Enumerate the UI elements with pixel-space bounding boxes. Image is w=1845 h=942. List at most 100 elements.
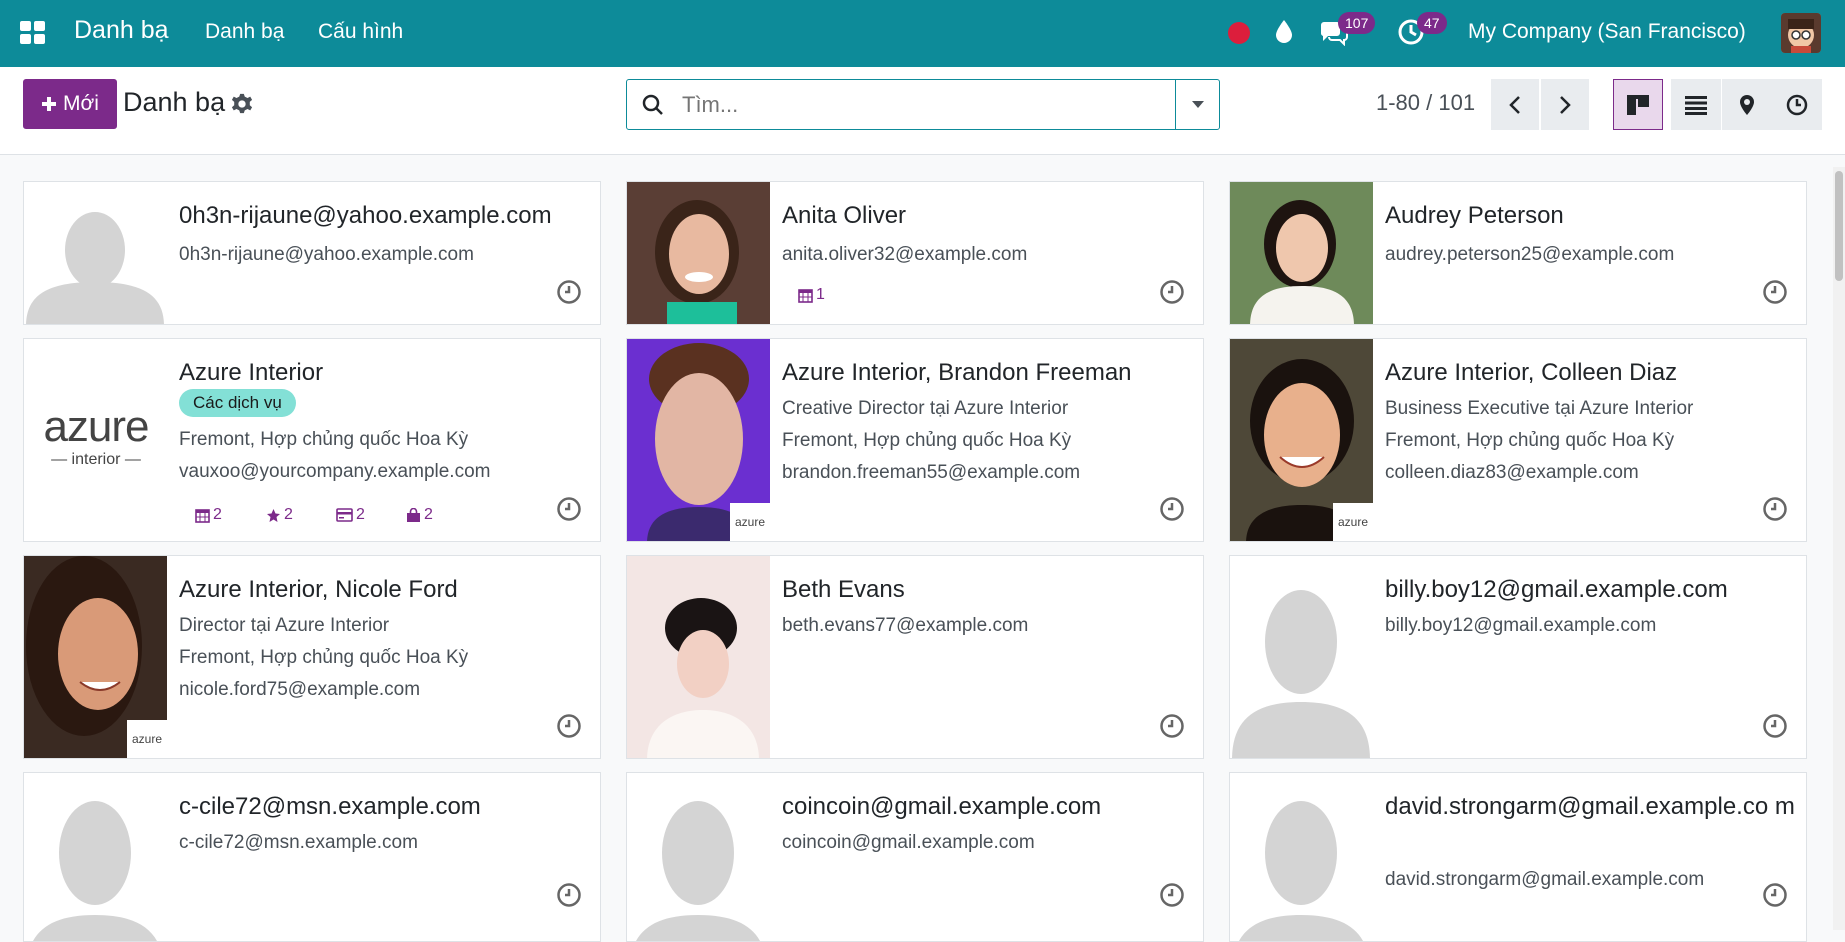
contact-card[interactable]: billy.boy12@gmail.example.com billy.boy1… — [1229, 555, 1807, 759]
pager-value[interactable]: 1-80 / 101 — [1376, 90, 1475, 116]
contact-email: billy.boy12@gmail.example.com — [1385, 615, 1657, 636]
contact-photo: azure — [1230, 339, 1373, 541]
activity-clock-icon[interactable] — [1159, 279, 1185, 310]
contact-name: coincoin@gmail.example.com — [782, 793, 1102, 820]
invoices-count[interactable]: 2 — [336, 506, 365, 524]
contact-card[interactable]: azure — interior — Azure Interior Các dị… — [23, 338, 601, 542]
contact-email: brandon.freeman55@example.com — [782, 462, 1081, 483]
company-mini-logo: azure — [127, 720, 167, 758]
placeholder-avatar — [1230, 556, 1373, 758]
activity-clock-icon[interactable] — [1762, 713, 1788, 744]
apps-menu-icon[interactable] — [20, 21, 46, 45]
contact-photo — [627, 556, 770, 758]
activity-clock-icon[interactable] — [1159, 882, 1185, 913]
recording-icon[interactable] — [1228, 22, 1250, 44]
activities-icon[interactable]: 47 — [1397, 12, 1447, 48]
meetings-count[interactable]: 1 — [798, 286, 825, 304]
map-marker-icon — [1740, 94, 1754, 115]
company-switcher[interactable]: My Company (San Francisco) — [1468, 20, 1746, 44]
view-map-button[interactable] — [1722, 79, 1772, 130]
logo-brand-text: azure — [43, 402, 149, 451]
contact-photo — [627, 182, 770, 324]
vertical-scrollbar[interactable] — [1833, 167, 1845, 930]
meetings-count[interactable]: 2 — [195, 506, 222, 524]
credit-card-icon — [336, 508, 353, 522]
contact-address: Fremont, Hợp chủng quốc Hoa Kỳ — [782, 430, 1072, 451]
activity-clock-icon[interactable] — [1159, 496, 1185, 527]
contact-name: Azure Interior, Nicole Ford — [179, 576, 458, 603]
logo-sub-text: — interior — — [51, 451, 141, 468]
contact-function: Business Executive tại Azure Interior — [1385, 398, 1694, 419]
contact-email: coincoin@gmail.example.com — [782, 832, 1035, 853]
contact-card[interactable]: azure Azure Interior, Colleen Diaz Busin… — [1229, 338, 1807, 542]
app-title[interactable]: Danh bạ — [74, 16, 169, 45]
search-options-toggle[interactable] — [1175, 80, 1219, 129]
contact-email: nicole.ford75@example.com — [179, 679, 421, 700]
activity-clock-icon[interactable] — [1159, 713, 1185, 744]
contact-card[interactable]: coincoin@gmail.example.com coincoin@gmai… — [626, 772, 1204, 942]
messages-icon[interactable]: 107 — [1318, 12, 1376, 48]
menu-item-contacts[interactable]: Danh bạ — [205, 20, 284, 44]
meetings-count-value: 1 — [816, 286, 825, 303]
contact-card[interactable]: david.strongarm@gmail.example.co m david… — [1229, 772, 1807, 942]
activity-clock-icon[interactable] — [556, 279, 582, 310]
activity-clock-icon[interactable] — [556, 496, 582, 527]
drop-icon[interactable] — [1274, 18, 1294, 48]
search-box — [626, 79, 1220, 130]
contact-name: Azure Interior, Brandon Freeman — [782, 359, 1132, 386]
breadcrumb: Danh bạ — [123, 87, 226, 117]
gear-icon[interactable] — [231, 93, 253, 120]
pager-previous-button[interactable] — [1491, 79, 1539, 130]
contact-photo: azure — [627, 339, 770, 541]
placeholder-avatar — [24, 773, 167, 941]
contact-card[interactable]: azure Azure Interior, Nicole Ford Direct… — [23, 555, 601, 759]
contact-card[interactable]: azure Azure Interior, Brandon Freeman Cr… — [626, 338, 1204, 542]
new-button[interactable]: Mới — [23, 79, 117, 129]
company-logo: azure — interior — — [24, 339, 167, 541]
category-tag[interactable]: Các dịch vụ — [179, 389, 296, 417]
contact-card[interactable]: Beth Evans beth.evans77@example.com — [626, 555, 1204, 759]
contact-email: colleen.diaz83@example.com — [1385, 462, 1639, 483]
search-input[interactable] — [682, 89, 1142, 121]
plus-icon — [42, 97, 57, 111]
contact-email: beth.evans77@example.com — [782, 615, 1029, 636]
contact-card[interactable]: c-cile72@msn.example.com c-cile72@msn.ex… — [23, 772, 601, 942]
contact-name: Audrey Peterson — [1385, 202, 1564, 229]
placeholder-avatar — [1230, 773, 1373, 941]
contact-photo — [1230, 182, 1373, 324]
contact-card[interactable]: 0h3n-rijaune@yahoo.example.com 0h3n-rija… — [23, 181, 601, 325]
user-avatar[interactable] — [1781, 13, 1821, 53]
purchases-count-value: 2 — [424, 506, 433, 523]
activity-clock-icon[interactable] — [556, 882, 582, 913]
view-list-button[interactable] — [1671, 79, 1721, 130]
contact-email: audrey.peterson25@example.com — [1385, 244, 1675, 265]
contact-name: Azure Interior, Colleen Diaz — [1385, 359, 1678, 386]
star-icon — [267, 508, 280, 522]
purchases-count[interactable]: 2 — [406, 506, 433, 524]
contact-card[interactable]: Anita Oliver anita.oliver32@example.com … — [626, 181, 1204, 325]
contact-address: Fremont, Hợp chủng quốc Hoa Kỳ — [179, 429, 469, 450]
new-button-label: Mới — [63, 92, 99, 115]
chevron-right-icon — [1560, 95, 1571, 114]
contact-card[interactable]: Audrey Peterson audrey.peterson25@exampl… — [1229, 181, 1807, 325]
contact-email: david.strongarm@gmail.example.com — [1385, 869, 1705, 890]
pager-next-button[interactable] — [1541, 79, 1589, 130]
contact-email: anita.oliver32@example.com — [782, 244, 1028, 265]
activity-clock-icon[interactable] — [556, 713, 582, 744]
scrollbar-thumb[interactable] — [1835, 171, 1843, 281]
activity-clock-icon[interactable] — [1762, 279, 1788, 310]
placeholder-avatar — [627, 773, 770, 941]
view-kanban-button[interactable] — [1613, 79, 1663, 130]
list-icon — [1685, 95, 1707, 115]
clock-icon — [1786, 94, 1808, 115]
contact-email: vauxoo@yourcompany.example.com — [179, 461, 491, 482]
view-activity-button[interactable] — [1772, 79, 1822, 130]
placeholder-avatar — [24, 182, 167, 324]
calendar-icon — [195, 508, 210, 523]
invoices-count-value: 2 — [356, 506, 365, 523]
opportunities-count[interactable]: 2 — [266, 506, 293, 524]
contact-address: Fremont, Hợp chủng quốc Hoa Kỳ — [1385, 430, 1675, 451]
menu-item-configuration[interactable]: Cấu hình — [318, 20, 403, 44]
activity-clock-icon[interactable] — [1762, 882, 1788, 913]
activity-clock-icon[interactable] — [1762, 496, 1788, 527]
